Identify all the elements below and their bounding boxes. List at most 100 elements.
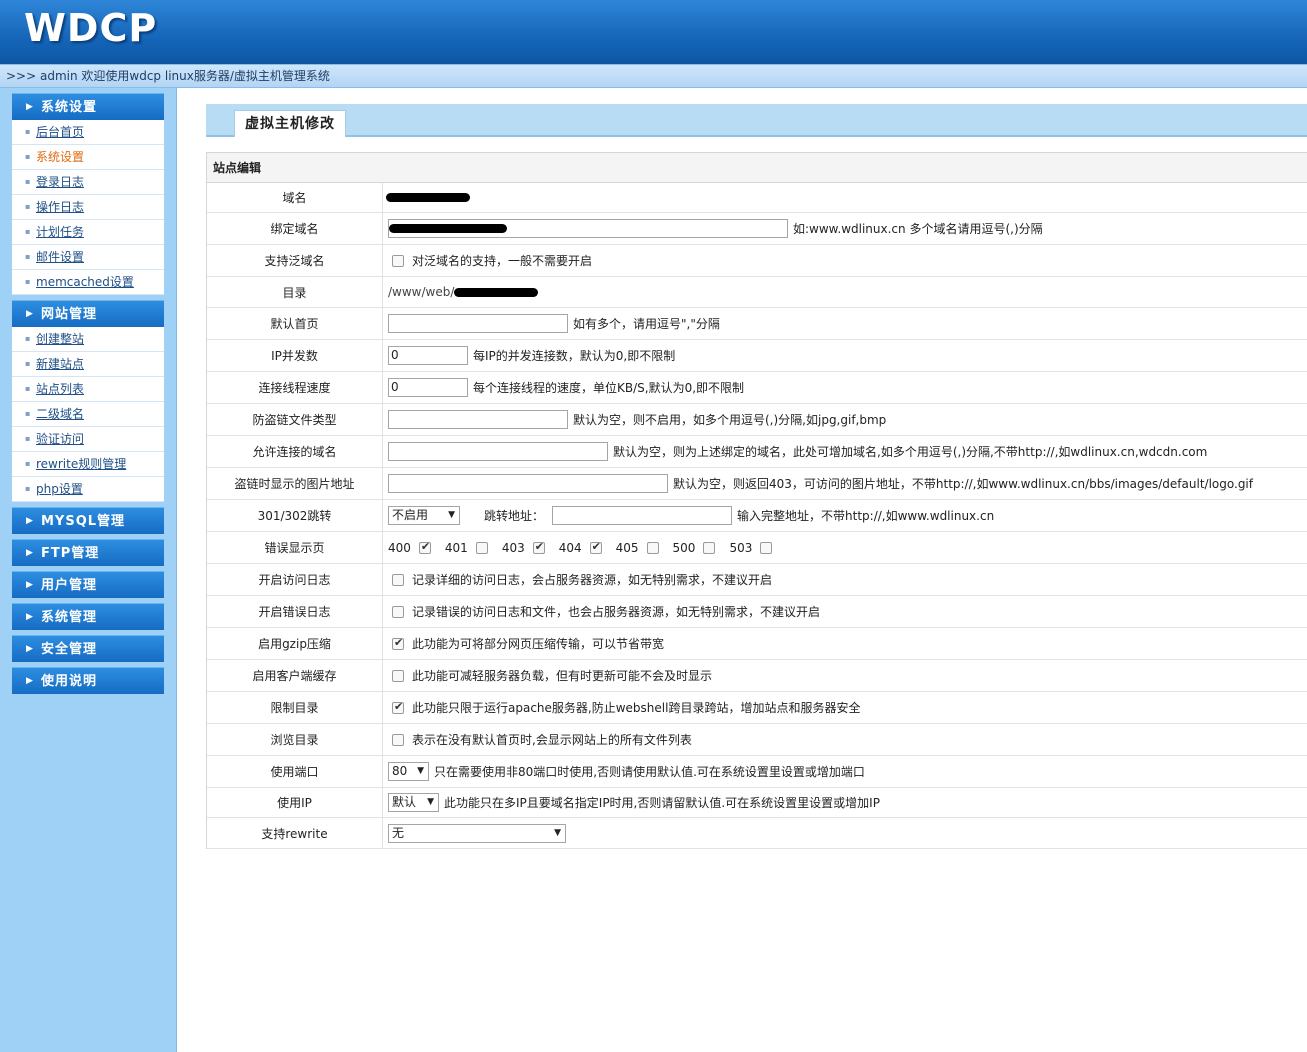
row-allowed-domains: 允许连接的域名 默认为空，则为上述绑定的域名，此处可增加域名,如多个用逗号(,)…	[207, 436, 1307, 468]
redirect-select[interactable]: 不启用 ▼	[388, 506, 460, 525]
ip-select[interactable]: 默认 ▼	[388, 793, 439, 812]
sidebar-item-link[interactable]: 后台首页	[36, 125, 84, 139]
sidebar-section-7[interactable]: ▶ 使用说明	[12, 667, 164, 694]
sidebar-item-link[interactable]: 站点列表	[36, 382, 84, 396]
sidebar-item-link[interactable]: 创建整站	[36, 332, 84, 346]
wildcard-checkbox[interactable]	[392, 254, 404, 267]
hotlink-image-input[interactable]	[388, 474, 668, 493]
error-code-checkbox[interactable]	[475, 541, 488, 554]
error-code-checkbox[interactable]	[760, 541, 773, 554]
sidebar-item: ▪ 验证访问	[12, 427, 164, 452]
error-code-checkbox[interactable]	[703, 541, 716, 554]
error-code-checkbox[interactable]	[646, 541, 659, 554]
sidebar-item-link[interactable]: memcached设置	[36, 275, 134, 289]
restrict-dir-checkbox[interactable]	[392, 700, 404, 714]
error-code-label: 401	[444, 540, 468, 555]
client-cache-checkbox[interactable]	[392, 669, 404, 682]
sidebar-item: ▪ 后台首页	[12, 120, 164, 145]
caret-right-icon: ▶	[26, 516, 34, 526]
error-code-checkbox[interactable]	[418, 540, 431, 554]
sidebar-item-link[interactable]: 操作日志	[36, 200, 84, 214]
sidebar-section-label: 系统管理	[41, 610, 98, 625]
ip-hint: 此功能只在多IP且要域名指定IP时用,否则请留默认值.可在系统设置里设置或增加I…	[444, 796, 880, 810]
gzip-checkbox[interactable]	[392, 636, 404, 650]
sidebar-item: ▪ php设置	[12, 477, 164, 502]
sidebar-item-link[interactable]: 邮件设置	[36, 250, 84, 264]
chevron-down-icon: ▼	[427, 797, 434, 807]
bullet-icon: ▪	[25, 384, 31, 393]
redirect-hint: 输入完整地址，不带http://,如www.wdlinux.cn	[737, 509, 995, 523]
redirect-addr-label: 跳转地址：	[484, 509, 545, 523]
port-select[interactable]: 80 ▼	[388, 762, 429, 781]
wildcard-label: 支持泛域名	[207, 245, 383, 276]
bind-domain-hint: 如:www.wdlinux.cn 多个域名请用逗号(,)分隔	[793, 222, 1043, 236]
sidebar-section-label: 网站管理	[41, 307, 98, 322]
restrict-dir-hint: 此功能只限于运行apache服务器,防止webshell跨目录跨站，增加站点和服…	[412, 701, 861, 715]
directory-value: /www/web/	[388, 285, 455, 299]
redacted-directory	[454, 287, 539, 297]
rewrite-select[interactable]: 无 ▼	[388, 823, 566, 843]
error-code-label: 404	[558, 540, 582, 555]
allowed-domains-hint: 默认为空，则为上述绑定的域名，此处可增加域名,如多个用逗号(,)分隔,不带htt…	[613, 445, 1208, 459]
tab-vhost-edit[interactable]: 虚拟主机修改	[234, 110, 346, 137]
sidebar-section-label: 系统设置	[41, 100, 98, 115]
directory-label: 目录	[207, 277, 383, 307]
wildcard-hint: 对泛域名的支持，一般不需要开启	[412, 254, 593, 268]
ip-label: 使用IP	[207, 788, 383, 817]
sidebar-item: ▪ 计划任务	[12, 220, 164, 245]
caret-right-icon: ▶	[26, 102, 34, 112]
ip-concurrency-input[interactable]: 0	[388, 346, 468, 365]
sidebar-item-link[interactable]: 计划任务	[36, 225, 84, 239]
error-log-checkbox[interactable]	[392, 605, 404, 618]
hotlink-image-label: 盗链时显示的图片地址	[207, 468, 383, 499]
bind-domain-input[interactable]	[388, 219, 788, 238]
default-page-hint: 如有多个，请用逗号","分隔	[573, 317, 720, 331]
row-directory: 目录 /www/web/	[207, 277, 1307, 308]
sidebar-item-link[interactable]: php设置	[36, 482, 83, 496]
sidebar-section-4[interactable]: ▶ 用户管理	[12, 571, 164, 598]
bullet-icon: ▪	[25, 177, 31, 186]
allowed-domains-input[interactable]	[388, 442, 608, 461]
bullet-icon: ▪	[25, 484, 31, 493]
browse-dir-hint: 表示在没有默认首页时,会显示网站上的所有文件列表	[412, 733, 692, 747]
sidebar-item-link[interactable]: 登录日志	[36, 175, 84, 189]
row-rewrite: 支持rewrite 无 ▼	[207, 818, 1307, 849]
thread-speed-input[interactable]: 0	[388, 378, 468, 397]
sidebar-item-link[interactable]: 二级域名	[36, 407, 84, 421]
hotlink-types-label: 防盗链文件类型	[207, 404, 383, 435]
error-code-checkbox[interactable]	[589, 540, 602, 554]
sidebar-item-link[interactable]: 新建站点	[36, 357, 84, 371]
sidebar-section-6[interactable]: ▶ 安全管理	[12, 635, 164, 662]
sidebar-section-2[interactable]: ▶ MYSQL管理	[12, 507, 164, 534]
error-code-label: 403	[501, 540, 525, 555]
hotlink-types-input[interactable]	[388, 410, 568, 429]
row-default-page: 默认首页 如有多个，请用逗号","分隔	[207, 308, 1307, 340]
site-edit-form: 站点编辑 域名 绑定域名 如:www.wdlinux.cn 多个域名请用逗号(,…	[206, 152, 1307, 849]
sidebar-section-0[interactable]: ▶ 系统设置	[12, 93, 164, 120]
bullet-icon: ▪	[25, 202, 31, 211]
default-page-input[interactable]	[388, 314, 568, 333]
access-log-checkbox[interactable]	[392, 573, 404, 586]
sidebar-section-5[interactable]: ▶ 系统管理	[12, 603, 164, 630]
breadcrumb: >>> admin 欢迎使用wdcp linux服务器/虚拟主机管理系统	[0, 64, 1307, 88]
allowed-domains-label: 允许连接的域名	[207, 436, 383, 467]
bind-domain-label: 绑定域名	[207, 213, 383, 244]
sidebar-item-link[interactable]: 系统设置	[36, 150, 84, 164]
sidebar-section-3[interactable]: ▶ FTP管理	[12, 539, 164, 566]
redirect-addr-input[interactable]	[552, 506, 733, 525]
sidebar-item: ▪ 新建站点	[12, 352, 164, 377]
gzip-hint: 此功能为可将部分网页压缩传输，可以节省带宽	[412, 637, 665, 651]
gzip-label: 启用gzip压缩	[207, 628, 383, 659]
sidebar-item-link[interactable]: 验证访问	[36, 432, 84, 446]
sidebar-section-list: ▪ 后台首页 ▪ 系统设置 ▪ 登录日志 ▪ 操作日志 ▪ 计划任务 ▪ 邮件设置 ▪ memcached…	[12, 120, 164, 295]
sidebar-section-label: 使用说明	[41, 674, 98, 689]
hotlink-image-hint: 默认为空，则返回403，可访问的图片地址，不带http://,如www.wdli…	[673, 477, 1253, 491]
sidebar-item-link[interactable]: rewrite规则管理	[36, 457, 126, 471]
row-port: 使用端口 80 ▼ 只在需要使用非80端口时使用,否则请使用默认值.可在系统设置里…	[207, 756, 1307, 788]
bullet-icon: ▪	[25, 127, 31, 136]
sidebar-section-label: 用户管理	[41, 578, 98, 593]
sidebar-section-1[interactable]: ▶ 网站管理	[12, 300, 164, 327]
browse-dir-checkbox[interactable]	[392, 733, 404, 746]
error-code-checkbox[interactable]	[532, 540, 545, 554]
caret-right-icon: ▶	[26, 644, 34, 654]
